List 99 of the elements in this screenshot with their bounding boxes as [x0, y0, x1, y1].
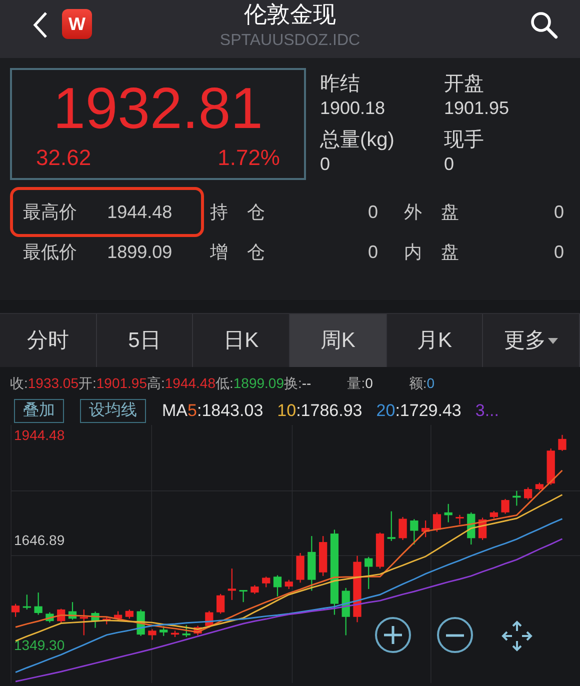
stat-value: 1944.48	[107, 200, 174, 224]
stat-value: 0	[366, 240, 378, 264]
candlestick	[398, 516, 407, 540]
candlestick	[80, 609, 88, 636]
quote-item: 收:1933.05	[10, 374, 78, 393]
candlestick	[170, 630, 180, 638]
moving-average-label: 10:1786.93	[277, 400, 362, 422]
candlestick	[364, 556, 373, 590]
candlestick	[444, 504, 452, 522]
minus-icon	[446, 634, 464, 636]
stat-value: 0	[444, 153, 456, 176]
candlestick	[296, 553, 304, 583]
candlestick	[34, 592, 42, 615]
last-price: 1932.81	[52, 75, 264, 143]
search-icon[interactable]	[530, 11, 558, 39]
candlestick	[524, 487, 532, 500]
chart-option-button[interactable]: 设均线	[80, 399, 146, 423]
stat-value: 1900.18	[320, 97, 386, 120]
candlestick	[456, 514, 464, 524]
axis-label: 1944.48	[14, 426, 65, 443]
stat-label: 昨结	[320, 72, 361, 96]
page-title: 伦敦金现	[243, 0, 337, 28]
candlestick	[239, 590, 248, 602]
stat-label: 现手	[444, 128, 485, 152]
candlestick	[342, 588, 350, 636]
moving-average-label: MA5:1843.03	[162, 400, 264, 422]
change-percent: 1.72%	[218, 144, 280, 172]
candlestick	[501, 498, 510, 514]
stat-label: 持 仓	[210, 200, 266, 224]
zoom-in-button[interactable]	[375, 617, 411, 653]
move-icon[interactable]	[500, 619, 534, 653]
candlestick	[284, 580, 293, 590]
candlestick	[182, 625, 190, 638]
quote-item: 低:1899.09	[216, 374, 284, 393]
candlestick	[558, 434, 566, 451]
stat-value: 0	[552, 240, 564, 264]
chart-tab[interactable]: 分时	[0, 314, 97, 367]
chart-tab[interactable]: 更多	[483, 314, 580, 367]
candlestick	[216, 594, 225, 614]
candlestick	[432, 512, 442, 532]
candlestick	[46, 612, 54, 623]
stat-value: 0	[552, 200, 564, 224]
plus-icon	[384, 626, 402, 644]
candlestick	[422, 520, 430, 538]
axis-label: 1646.89	[14, 532, 65, 548]
quote-item: 额:0	[408, 374, 435, 393]
axis-label: 1349.30	[14, 637, 65, 654]
candlestick	[376, 532, 384, 569]
candlestick	[125, 609, 134, 619]
candlestick	[102, 616, 111, 624]
candlestick	[410, 519, 418, 545]
candlestick	[535, 482, 544, 490]
app-logo[interactable]: W	[62, 9, 92, 39]
back-icon[interactable]	[32, 11, 48, 39]
stat-label: 内 盘	[404, 240, 460, 264]
candlestick	[512, 490, 521, 506]
candlestick	[68, 602, 77, 620]
candlestick	[387, 511, 396, 541]
moving-average-label: 20:1729.43	[376, 400, 462, 422]
candlestick	[11, 604, 20, 617]
quote-item: 换:--	[284, 374, 312, 393]
caret-icon	[548, 338, 558, 344]
zoom-out-button[interactable]	[437, 617, 473, 653]
stat-label: 开盘	[444, 72, 485, 96]
quote-item: 量:0	[347, 374, 373, 393]
stat-label: 外 盘	[404, 200, 460, 224]
chart-tab[interactable]: 周K	[290, 314, 387, 367]
moving-average-label: 3...	[475, 400, 499, 422]
candlestick	[250, 585, 259, 594]
candlestick	[91, 612, 100, 628]
chart-tab[interactable]: 5日	[96, 314, 194, 367]
candlestick	[308, 536, 316, 591]
candlestick	[490, 511, 498, 518]
stat-value: 1901.95	[444, 97, 510, 120]
candlestick	[228, 568, 236, 600]
candlestick	[546, 448, 555, 485]
stat-label: 最高价	[23, 200, 78, 224]
stat-label: 最低价	[23, 240, 78, 264]
chart-option-button[interactable]: 叠加	[14, 399, 64, 423]
candlestick	[160, 626, 168, 636]
stat-value: 0	[366, 200, 378, 224]
price-change: 32.62	[36, 144, 92, 172]
candlestick	[148, 629, 156, 640]
stat-label: 总量(kg)	[320, 128, 396, 152]
symbol-code: SPTAUUSDOZ.IDC	[218, 31, 362, 51]
candlestick	[319, 536, 328, 576]
stat-label: 增 仓	[210, 240, 266, 264]
stat-value: 1899.09	[107, 240, 174, 264]
chart-tab[interactable]: 月K	[386, 314, 484, 367]
candlestick	[194, 626, 202, 636]
quote-item: 高:1944.48	[147, 374, 216, 393]
candlestick	[22, 594, 31, 610]
candlestick	[353, 556, 362, 622]
candlestick	[467, 512, 476, 545]
candlestick	[273, 575, 282, 596]
candlestick	[114, 611, 122, 620]
candlestick	[262, 576, 270, 588]
stat-value: 0	[320, 153, 332, 176]
quote-item: 开:1901.95	[78, 374, 147, 393]
